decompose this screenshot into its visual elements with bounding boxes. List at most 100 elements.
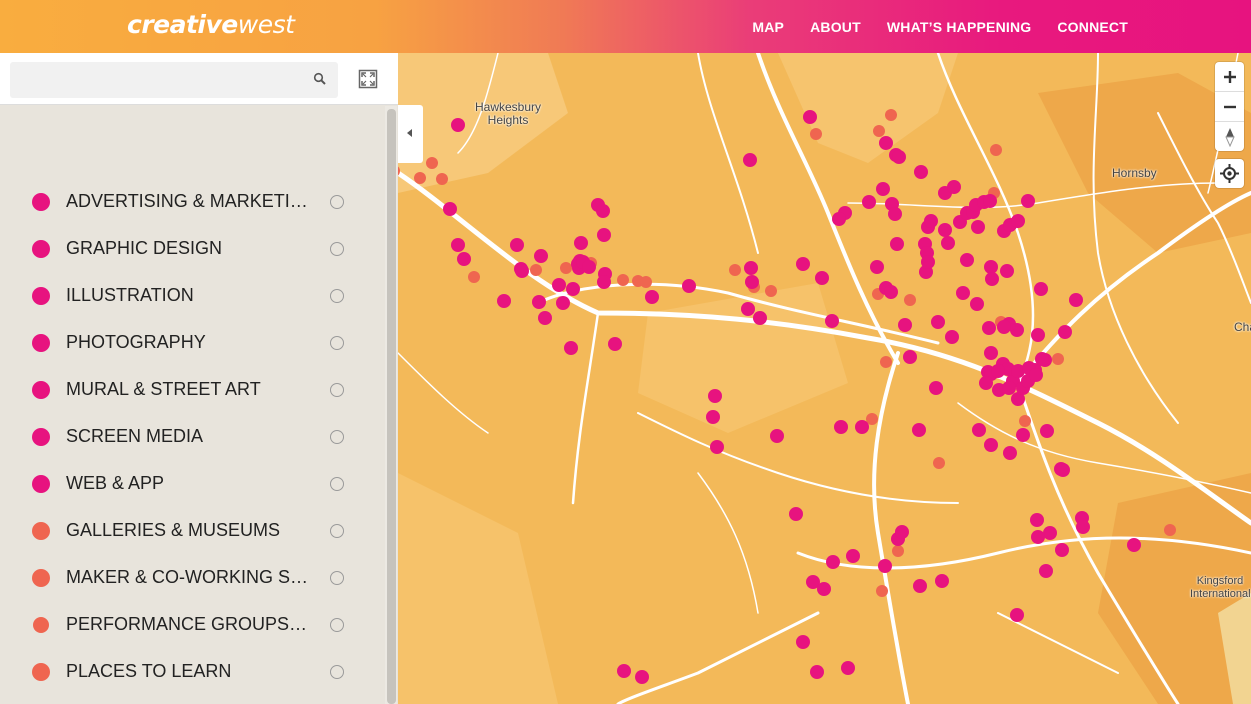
map-marker[interactable] [985,272,999,286]
category-radio[interactable] [330,476,344,491]
map-marker[interactable] [888,207,902,221]
map-marker[interactable] [436,173,448,185]
map-marker[interactable] [1031,530,1045,544]
nav-link-about[interactable]: ABOUT [810,19,861,35]
map-marker[interactable] [1055,543,1069,557]
geolocate-button[interactable] [1215,159,1244,188]
map-marker[interactable] [885,109,897,121]
map-marker[interactable] [1002,381,1016,395]
map-marker[interactable] [938,223,952,237]
map-marker[interactable] [530,264,542,276]
map-marker[interactable] [741,302,755,316]
map-marker[interactable] [914,165,928,179]
map-marker[interactable] [708,389,722,403]
map-marker[interactable] [898,318,912,332]
category-item[interactable]: SCREEN MEDIA [0,413,385,460]
map-marker[interactable] [457,252,471,266]
map-marker[interactable] [1043,526,1057,540]
map-marker[interactable] [468,271,480,283]
map-marker[interactable] [1058,325,1072,339]
map-marker[interactable] [1010,608,1024,622]
map-marker[interactable] [515,264,529,278]
map-marker[interactable] [753,311,767,325]
map-marker[interactable] [832,212,846,226]
map-marker[interactable] [552,278,566,292]
map-marker[interactable] [971,220,985,234]
map-marker[interactable] [1016,428,1030,442]
map-marker[interactable] [870,260,884,274]
category-radio[interactable] [330,617,344,632]
map-marker[interactable] [873,125,885,137]
category-item[interactable]: GALLERIES & MUSEUMS [0,507,385,554]
zoom-in-button[interactable] [1215,62,1244,91]
map-marker[interactable] [941,236,955,250]
map-marker[interactable] [947,180,961,194]
map-marker[interactable] [984,260,998,274]
map-marker[interactable] [912,423,926,437]
map-marker[interactable] [984,346,998,360]
map-marker[interactable] [991,364,1005,378]
category-radio[interactable] [330,570,344,585]
map-marker[interactable] [414,172,426,184]
map-marker[interactable] [451,118,465,132]
map-marker[interactable] [903,350,917,364]
category-item[interactable]: GRAPHIC DESIGN [0,225,385,272]
map-marker[interactable] [556,296,570,310]
map-marker[interactable] [815,271,829,285]
map-marker[interactable] [1076,520,1090,534]
map-marker[interactable] [497,294,511,308]
map-marker[interactable] [834,420,848,434]
map-marker[interactable] [945,330,959,344]
category-item[interactable]: ADVERTISING & MARKETING [0,178,385,225]
map-marker[interactable] [532,295,546,309]
category-item[interactable]: PERFORMANCE GROUPS & ... [0,601,385,648]
map-marker[interactable] [743,153,757,167]
map-marker[interactable] [1011,214,1025,228]
category-item[interactable]: ILLUSTRATION [0,272,385,319]
map-marker[interactable] [892,150,906,164]
category-radio[interactable] [330,382,344,397]
scrollbar-thumb[interactable] [387,109,396,704]
map-marker[interactable] [846,549,860,563]
map-marker[interactable] [729,264,741,276]
map-marker[interactable] [855,420,869,434]
map-marker[interactable] [970,297,984,311]
category-radio[interactable] [330,288,344,303]
map-marker[interactable] [744,261,758,275]
map-marker[interactable] [566,282,580,296]
map-marker[interactable] [983,194,997,208]
map-marker[interactable] [706,410,720,424]
map-marker[interactable] [826,555,840,569]
map-marker[interactable] [451,238,465,252]
map-marker[interactable] [879,136,893,150]
map-marker[interactable] [1034,282,1048,296]
map-marker[interactable] [1164,524,1176,536]
category-item[interactable]: WEB & APP [0,460,385,507]
map-marker[interactable] [890,237,904,251]
map-marker[interactable] [935,574,949,588]
map-marker[interactable] [745,275,759,289]
map-marker[interactable] [789,507,803,521]
map-marker[interactable] [1052,353,1064,365]
map-marker[interactable] [982,321,996,335]
nav-link-whats-happening[interactable]: WHAT’S HAPPENING [887,19,1032,35]
map-marker[interactable] [574,236,588,250]
map-marker[interactable] [1000,264,1014,278]
map-marker[interactable] [635,670,649,684]
map-marker[interactable] [1127,538,1141,552]
map-marker[interactable] [884,285,898,299]
category-item[interactable]: MAKER & CO-WORKING SPA... [0,554,385,601]
map-marker[interactable] [1056,463,1070,477]
map-marker[interactable] [596,204,610,218]
map-marker[interactable] [997,320,1011,334]
nav-link-map[interactable]: MAP [752,19,784,35]
fullscreen-icon[interactable] [358,69,378,89]
map-marker[interactable] [878,559,892,573]
nav-link-connect[interactable]: CONNECT [1057,19,1128,35]
map-marker[interactable] [876,182,890,196]
map-marker[interactable] [582,260,596,274]
map-marker[interactable] [1021,194,1035,208]
category-radio[interactable] [330,194,344,209]
map-marker[interactable] [617,274,629,286]
map-marker[interactable] [1031,328,1045,342]
